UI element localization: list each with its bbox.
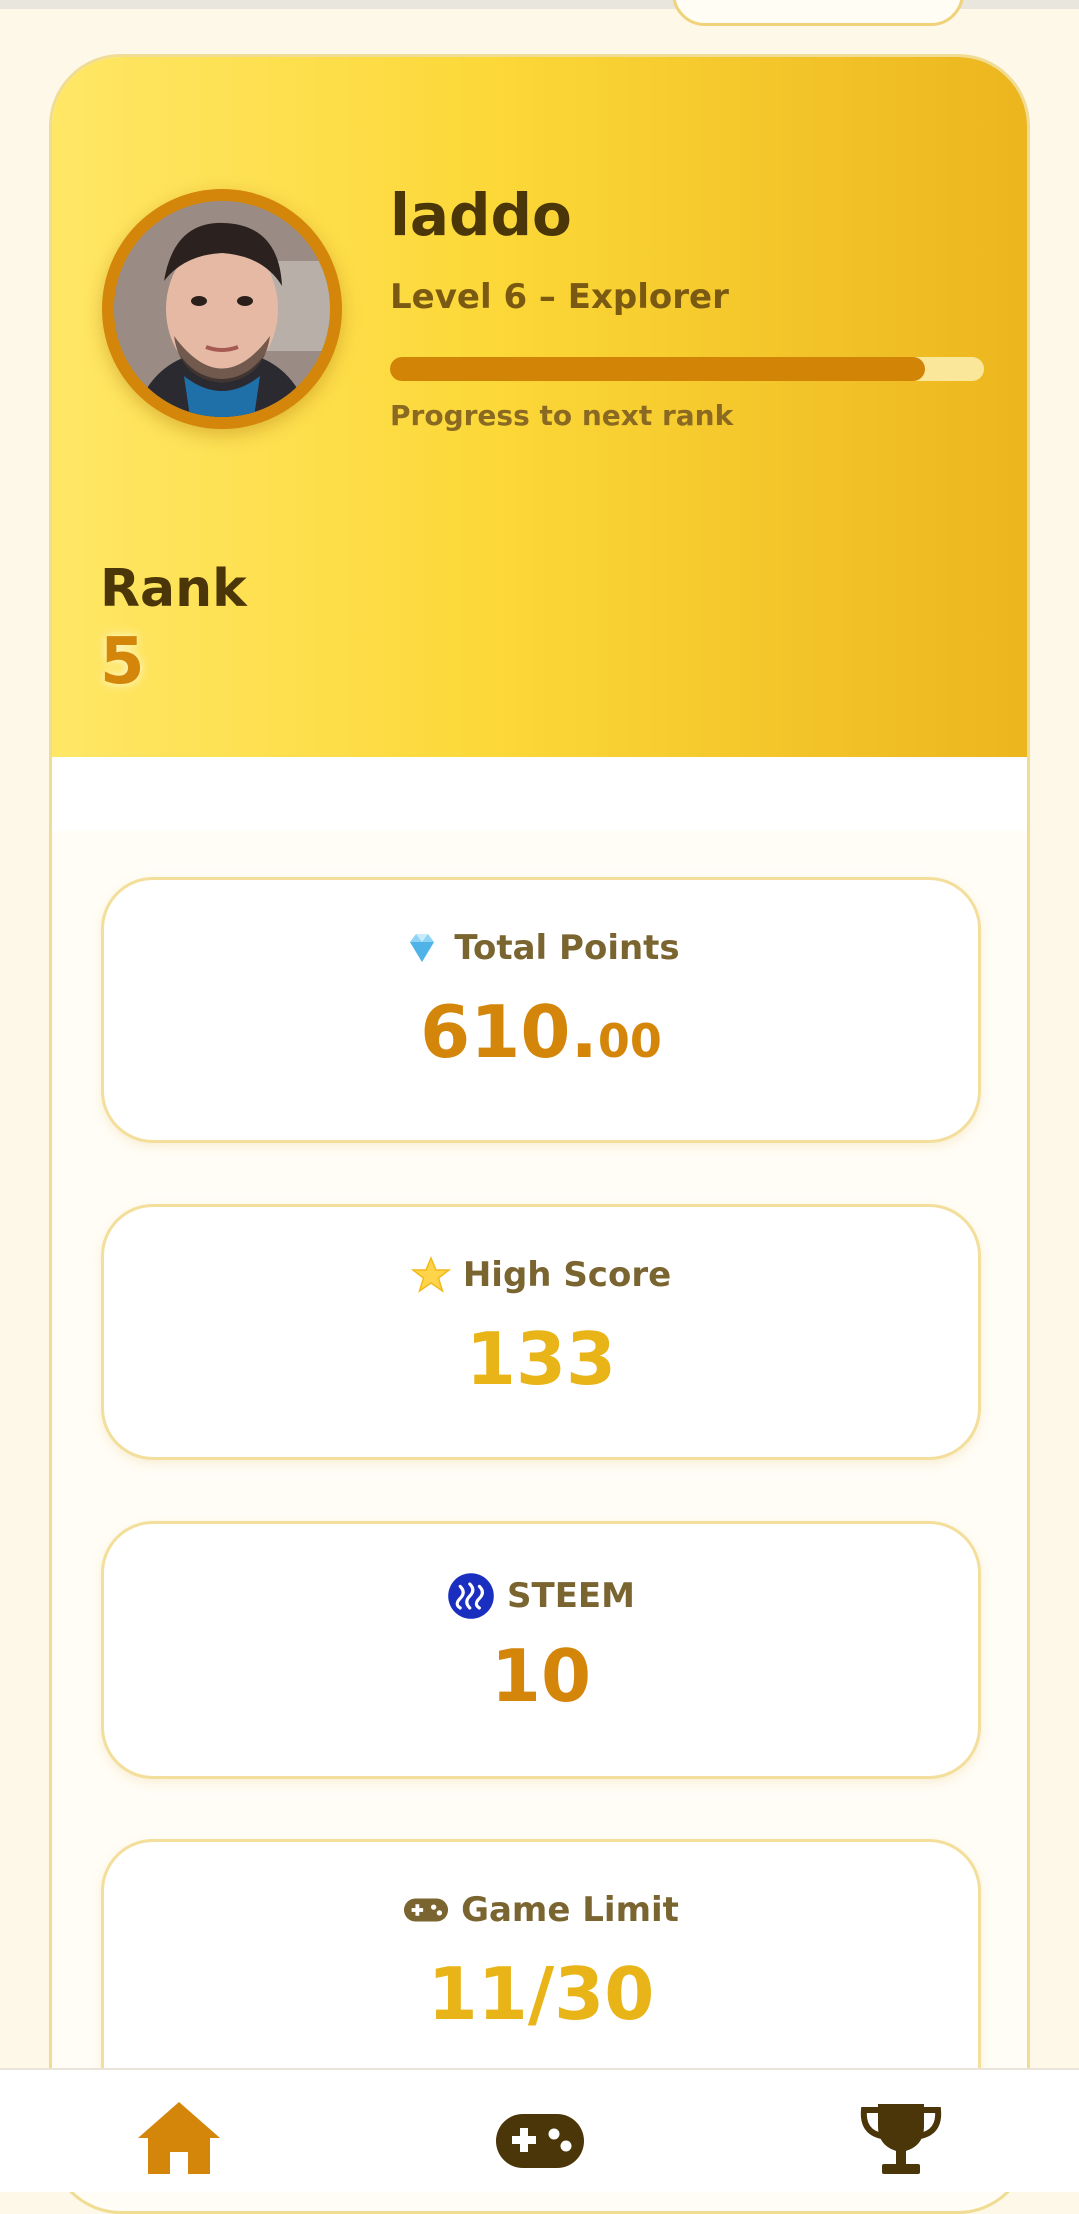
avatar[interactable] (102, 189, 342, 429)
steem-icon (448, 1573, 494, 1619)
game-limit-value: 11/30 (427, 1952, 655, 2036)
high-score-card: High Score 133 (101, 1204, 981, 1460)
avatar-photo (114, 201, 330, 417)
gamepad-icon (404, 1898, 449, 1922)
profile-header: laddo Level 6 – Explorer Progress to nex… (52, 57, 1027, 757)
rank-value: 5 (100, 625, 145, 699)
stat-title: STEEM (507, 1576, 635, 1616)
gamepad-icon (496, 2114, 584, 2168)
total-points-card: Total Points 610.00 (101, 877, 981, 1143)
rank-label: Rank (100, 559, 247, 619)
home-icon (138, 2102, 220, 2174)
steem-value: 10 (490, 1634, 592, 1718)
rank-progress-fill (390, 357, 925, 381)
header-divider (52, 757, 1027, 831)
trophy-icon (860, 2104, 942, 2174)
top-pill-button[interactable] (672, 0, 964, 26)
rank-progress-bar (390, 357, 984, 381)
bottom-nav (0, 2068, 1079, 2192)
nav-home-button[interactable] (134, 2098, 224, 2178)
nav-leaderboard-button[interactable] (856, 2098, 946, 2178)
high-score-value: 133 (465, 1317, 617, 1401)
gem-icon (410, 934, 435, 962)
total-points-value: 610.00 (420, 990, 662, 1074)
progress-label: Progress to next rank (390, 399, 734, 432)
profile-card: laddo Level 6 – Explorer Progress to nex… (49, 54, 1030, 2214)
steem-card: STEEM 10 (101, 1521, 981, 1779)
nav-games-button[interactable] (494, 2098, 586, 2178)
stat-title: Total Points (454, 928, 680, 968)
username: laddo (390, 181, 572, 249)
stat-title: Game Limit (461, 1890, 679, 1930)
level-text: Level 6 – Explorer (390, 277, 729, 317)
stat-title: High Score (462, 1255, 672, 1295)
star-icon (410, 1256, 451, 1293)
